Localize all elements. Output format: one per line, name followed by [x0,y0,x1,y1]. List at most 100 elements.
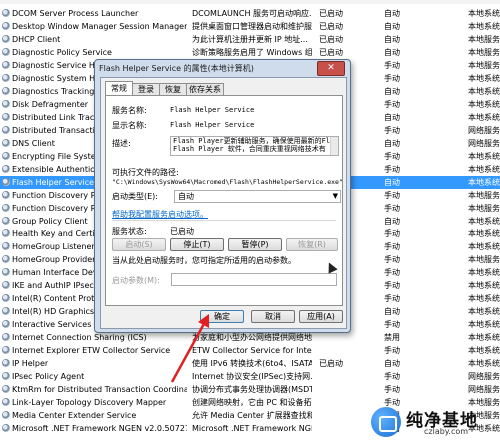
service-name: Microsoft .NET Framework NGEN v2.0.50727… [12,424,187,434]
service-row[interactable]: KtmRm for Distributed Transaction Coordi… [0,383,500,396]
service-logon-as: 本地服务 [468,190,500,200]
service-icon [2,255,10,264]
service-description: ETW Collector Service for Intern... [192,346,312,356]
service-row[interactable]: DCOM Server Process Launcher DCOMLAUNCH 服… [0,7,500,20]
service-startup-type: 手动 [384,125,400,135]
service-startup-type: 自动 [384,177,400,187]
dialog-body: 常规 登录 恢复 依存关系 服务名称: Flash Helper Service… [100,77,347,329]
chevron-down-icon: ▼ [332,192,338,200]
service-startup-type: 手动 [384,151,400,161]
close-button[interactable]: ✕ [317,61,345,76]
start-params-label: 启动参数(M): [112,276,160,285]
path-label: 可执行文件的路径: [112,168,179,177]
service-logon-as: 本地系统 [468,177,500,187]
help-config-link[interactable]: 帮助我配置服务启动选项。 [112,209,208,220]
service-icon [2,73,10,82]
description-box[interactable]: Flash Player更新辅助服务，确保使用最新的Fl Flash Playe… [170,136,339,156]
description-line-2: Flash Player 软件，合同重庆重视网络技术有 [173,145,326,153]
divider [112,220,336,221]
service-logon-as: 本地系统 [468,9,500,18]
service-row[interactable]: Internet Connection Sharing (ICS) 为家庭和小型办… [0,331,500,344]
service-icon [2,294,10,303]
service-icon [2,281,10,290]
startup-type-select[interactable]: 自动 ▼ [174,190,341,203]
service-logon-as: 本地系统 [468,359,500,369]
start-button[interactable]: 启动(S) [112,238,166,251]
service-name: IP Helper [12,359,49,369]
service-status-label: 服务状态: [112,227,147,236]
service-status: 已启动 [319,359,343,369]
service-row[interactable]: Diagnostic Policy Service 诊断策略服务启用了 Windo… [0,46,500,59]
service-name-value: Flash Helper Service [170,106,255,114]
service-description: Microsoft .NET Framework NGEN [192,424,312,434]
service-row[interactable]: IP Helper 使用 IPv6 转换技术(6to4、ISATAP... 已启动 自… [0,357,500,370]
service-name: Diagnostic Policy Service [12,47,112,57]
watermark-logo: 纯净基地 czlaby.com [371,405,496,439]
startup-type-label: 启动类型(E): [112,192,158,201]
service-icon [2,125,10,134]
service-icon [2,216,10,225]
service-status: 已启动 [319,34,343,44]
service-logon-as: 本地系统 [468,320,500,330]
service-description: DCOMLAUNCH 服务可启动响应... [192,9,312,18]
service-row[interactable]: DHCP Client 为此计算机注册并更新 IP 地址... 已启动 自动 本地服务 [0,33,500,46]
service-logon-as: 本地系统 [468,112,500,122]
apply-button[interactable]: 应用(A) [299,310,343,323]
properties-dialog: Flash Helper Service 的属性(本地计算机) ✕ 常规 登录 … [94,59,351,333]
service-startup-type: 手动 [384,242,400,252]
start-params-input[interactable] [171,273,337,286]
service-startup-type: 手动 [384,320,400,330]
ok-button[interactable]: 确定 [200,310,244,323]
service-icon [2,9,10,17]
service-logon-as: 本地服务 [468,47,500,57]
service-icon [2,424,10,433]
display-name-label: 显示名称: [112,121,147,130]
service-icon [2,320,10,329]
resume-button[interactable]: 恢复(R) [286,238,338,251]
service-logon-as: 网络服务 [468,138,500,148]
service-startup-type: 手动 [384,164,400,174]
service-startup-type: 自动 [384,47,400,57]
executable-path: "C:\Windows\SysWow64\Macromed\Flash\Flas… [112,178,343,186]
tab-general[interactable]: 常规 [105,81,133,96]
service-row[interactable]: Internet Explorer ETW Collector Service E… [0,344,500,357]
service-icon [2,307,10,316]
stop-button[interactable]: 停止(T) [170,238,224,251]
service-logon-as: 本地系统 [468,86,500,96]
description-scrollbar[interactable] [330,137,338,155]
service-startup-type: 手动 [384,190,400,200]
service-row[interactable]: Desktop Window Manager Session Manager 提供… [0,20,500,33]
service-logon-as: 网络服务 [468,372,500,382]
display-name-value: Flash Helper Service [170,121,255,129]
service-description: 为家庭和小型办公网络提供网络地... [192,333,312,343]
dialog-title: Flash Helper Service 的属性(本地计算机) [99,64,254,73]
logo-icon [371,407,401,437]
service-logon-as: 本地系统 [468,294,500,304]
service-startup-type: 自动 [384,9,400,18]
service-icon [2,34,10,43]
service-icon [2,151,10,160]
service-logon-as: 本地系统 [468,242,500,252]
service-icon [2,86,10,95]
service-icon [2,398,10,407]
service-name: Internet Explorer ETW Collector Service [12,346,171,356]
service-row[interactable]: IPsec Policy Agent Internet 协议安全(IPSec)支持… [0,370,500,383]
service-icon [2,333,10,342]
service-logon-as: 本地系统 [468,99,500,109]
service-description: 提供桌面窗口管理器启动和维护服务 [192,21,312,31]
service-status-value: 已启动 [170,227,194,236]
service-startup-type: 手动 [384,255,400,265]
service-description: 使用 IPv6 转换技术(6to4、ISATAP... [192,359,312,369]
service-startup-type: 手动 [384,372,400,382]
service-icon [2,164,10,173]
service-name-label: 服务名称: [112,106,147,115]
service-name: Link-Layer Topology Discovery Mapper [12,398,167,408]
service-status: 已启动 [319,47,343,57]
service-icon [2,372,10,381]
service-logon-as: 本地系统 [468,333,500,343]
cancel-button[interactable]: 取消 [251,310,295,323]
pause-button[interactable]: 暂停(P) [228,238,282,251]
service-logon-as: 本地服务 [468,203,500,213]
service-icon [2,359,10,368]
service-status: 已启动 [319,21,343,31]
